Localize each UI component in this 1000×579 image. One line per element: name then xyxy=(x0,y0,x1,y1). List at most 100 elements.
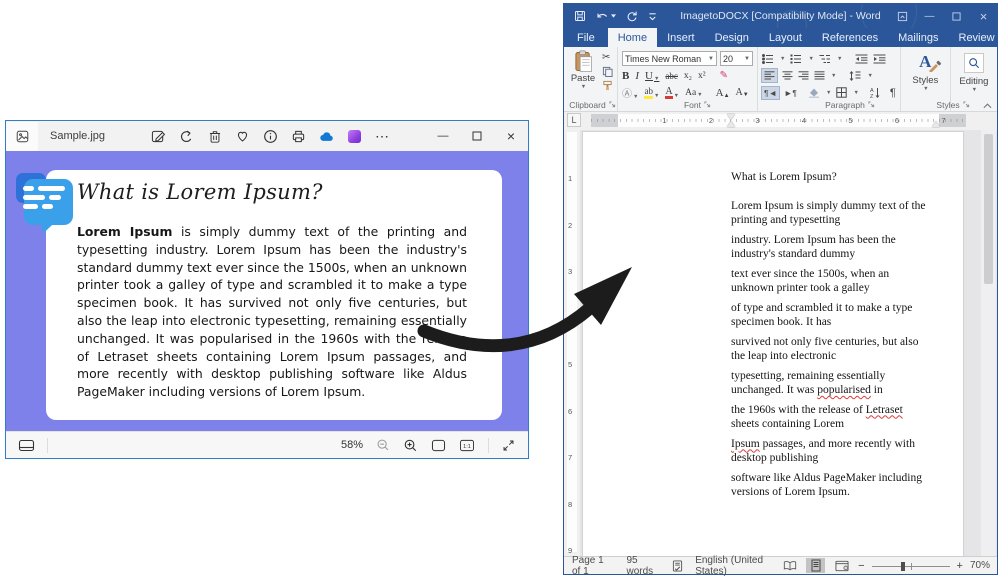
right-to-left-button[interactable]: ►¶ xyxy=(784,88,797,98)
cut-icon[interactable]: ✂ xyxy=(602,52,613,63)
zoom-out-button[interactable]: − xyxy=(858,560,864,572)
info-icon[interactable] xyxy=(263,128,278,144)
grow-font-button[interactable]: A▲ xyxy=(716,87,730,99)
paste-button[interactable]: Paste ▼ xyxy=(568,50,598,99)
close-icon[interactable]: × xyxy=(970,4,997,28)
horizontal-ruler[interactable]: L 1234567 xyxy=(564,112,997,130)
collapse-ribbon-icon[interactable] xyxy=(983,103,992,109)
hanging-indent-marker[interactable] xyxy=(727,121,735,127)
minimize-icon[interactable]: — xyxy=(426,121,460,151)
font-name-combobox[interactable]: Times New Roman ▼ xyxy=(622,51,717,66)
doc-paragraph[interactable]: of type and scrambled it to make a type … xyxy=(731,301,930,330)
zoom-level[interactable]: 70% xyxy=(970,560,990,571)
show-hide-paragraph-button[interactable]: ¶ xyxy=(890,87,896,99)
styles-label[interactable]: Styles xyxy=(912,75,938,86)
strikethrough-button[interactable]: abc xyxy=(665,71,678,81)
first-line-indent-marker[interactable] xyxy=(727,114,735,120)
language-label[interactable]: English (United States) xyxy=(695,555,780,577)
zoom-slider-thumb[interactable] xyxy=(901,562,905,571)
delete-icon[interactable] xyxy=(207,128,222,144)
tab-insert[interactable]: Insert xyxy=(657,28,705,47)
shading-button[interactable] xyxy=(808,87,820,98)
word-count[interactable]: 95 words xyxy=(626,555,660,577)
left-to-right-button[interactable]: ¶◄ xyxy=(762,87,779,99)
minimize-icon[interactable]: — xyxy=(916,4,943,28)
borders-button[interactable] xyxy=(836,87,847,98)
text-effects-button[interactable]: Ⓐ▼ xyxy=(622,85,638,100)
underline-button[interactable]: U▼ xyxy=(645,70,659,82)
zoom-slider[interactable] xyxy=(872,560,950,572)
editing-label[interactable]: Editing xyxy=(959,76,988,87)
styles-icon[interactable]: A xyxy=(919,52,931,72)
change-case-button[interactable]: Aa▼ xyxy=(685,88,703,98)
doc-paragraph[interactable]: survived not only five centuries, but al… xyxy=(731,335,930,364)
doc-paragraph[interactable]: software like Aldus PageMaker including … xyxy=(731,471,930,500)
doc-paragraph[interactable]: Ipsum passages, and more recently with d… xyxy=(731,437,930,466)
align-left-button[interactable] xyxy=(762,69,777,82)
doc-paragraph[interactable]: the 1960s with the release of Letraset s… xyxy=(731,403,930,432)
font-effects-icon[interactable]: ✎ xyxy=(720,70,728,81)
copy-icon[interactable] xyxy=(602,66,613,77)
right-indent-marker[interactable] xyxy=(932,121,940,127)
tab-file[interactable]: File xyxy=(564,28,608,47)
print-layout-icon[interactable] xyxy=(806,558,825,573)
fullscreen-icon[interactable] xyxy=(502,439,515,452)
doc-paragraph[interactable]: industry. Lorem Ipsum has been the indus… xyxy=(731,233,930,262)
more-icon[interactable]: ⋯ xyxy=(375,128,390,144)
doc-paragraph[interactable]: text ever since the 1500s, when an unkno… xyxy=(731,267,930,296)
onedrive-icon[interactable] xyxy=(319,128,334,144)
justify-button[interactable] xyxy=(814,71,825,80)
rotate-icon[interactable] xyxy=(179,128,194,144)
doc-heading[interactable]: What is Lorem Ipsum? xyxy=(731,170,930,185)
multilevel-list-button[interactable] xyxy=(819,54,831,64)
dialog-launcher-icon[interactable] xyxy=(704,100,711,110)
find-icon[interactable] xyxy=(964,53,984,73)
web-layout-icon[interactable] xyxy=(832,558,851,573)
format-painter-icon[interactable] xyxy=(602,80,613,91)
filmstrip-icon[interactable] xyxy=(18,438,35,453)
print-icon[interactable] xyxy=(291,128,306,144)
align-center-button[interactable] xyxy=(782,71,793,80)
font-color-button[interactable]: A▼ xyxy=(665,87,679,99)
zoom-out-icon[interactable] xyxy=(376,438,390,452)
actual-size-icon[interactable]: 1:1 xyxy=(459,439,475,452)
numbered-list-button[interactable] xyxy=(790,54,802,64)
fit-to-window-icon[interactable] xyxy=(431,439,446,452)
align-right-button[interactable] xyxy=(798,71,809,80)
maximize-icon[interactable] xyxy=(943,4,970,28)
tab-layout[interactable]: Layout xyxy=(759,28,812,47)
dialog-launcher-icon[interactable] xyxy=(868,100,875,110)
increase-indent-button[interactable] xyxy=(873,54,886,64)
tab-home[interactable]: Home xyxy=(608,28,657,47)
bold-button[interactable]: B xyxy=(622,70,629,82)
sort-button[interactable]: AZ xyxy=(870,87,881,98)
italic-button[interactable]: I xyxy=(635,70,639,82)
superscript-button[interactable]: x² xyxy=(698,71,706,81)
font-size-combobox[interactable]: 20 ▼ xyxy=(720,51,753,66)
edit-icon[interactable] xyxy=(151,128,166,144)
doc-paragraph[interactable]: Lorem Ipsum is simply dummy text of the … xyxy=(731,199,930,228)
subscript-button[interactable]: x₂ xyxy=(684,71,692,81)
ribbon-display-options-icon[interactable] xyxy=(889,4,916,28)
dialog-launcher-icon[interactable] xyxy=(609,100,616,110)
proofing-icon[interactable] xyxy=(672,560,683,572)
highlight-button[interactable]: ab▼ xyxy=(644,87,659,99)
photos-app-icon[interactable] xyxy=(347,128,362,144)
line-spacing-button[interactable] xyxy=(849,71,861,81)
image-tab[interactable] xyxy=(6,122,38,151)
tab-mailings[interactable]: Mailings xyxy=(888,28,948,47)
vertical-scrollbar[interactable] xyxy=(981,130,996,558)
dialog-launcher-icon[interactable] xyxy=(963,100,970,110)
decrease-indent-button[interactable] xyxy=(855,54,868,64)
maximize-icon[interactable] xyxy=(460,121,494,151)
page-count[interactable]: Page 1 of 1 xyxy=(572,555,614,577)
tab-selector[interactable]: L xyxy=(567,113,581,127)
favorite-icon[interactable] xyxy=(235,128,250,144)
zoom-in-button[interactable]: + xyxy=(957,560,963,572)
tab-references[interactable]: References xyxy=(812,28,888,47)
tab-review[interactable]: Review xyxy=(949,28,1000,47)
read-mode-icon[interactable] xyxy=(780,558,799,573)
tab-design[interactable]: Design xyxy=(705,28,759,47)
close-icon[interactable]: × xyxy=(494,121,528,151)
scrollbar-thumb[interactable] xyxy=(984,134,993,284)
